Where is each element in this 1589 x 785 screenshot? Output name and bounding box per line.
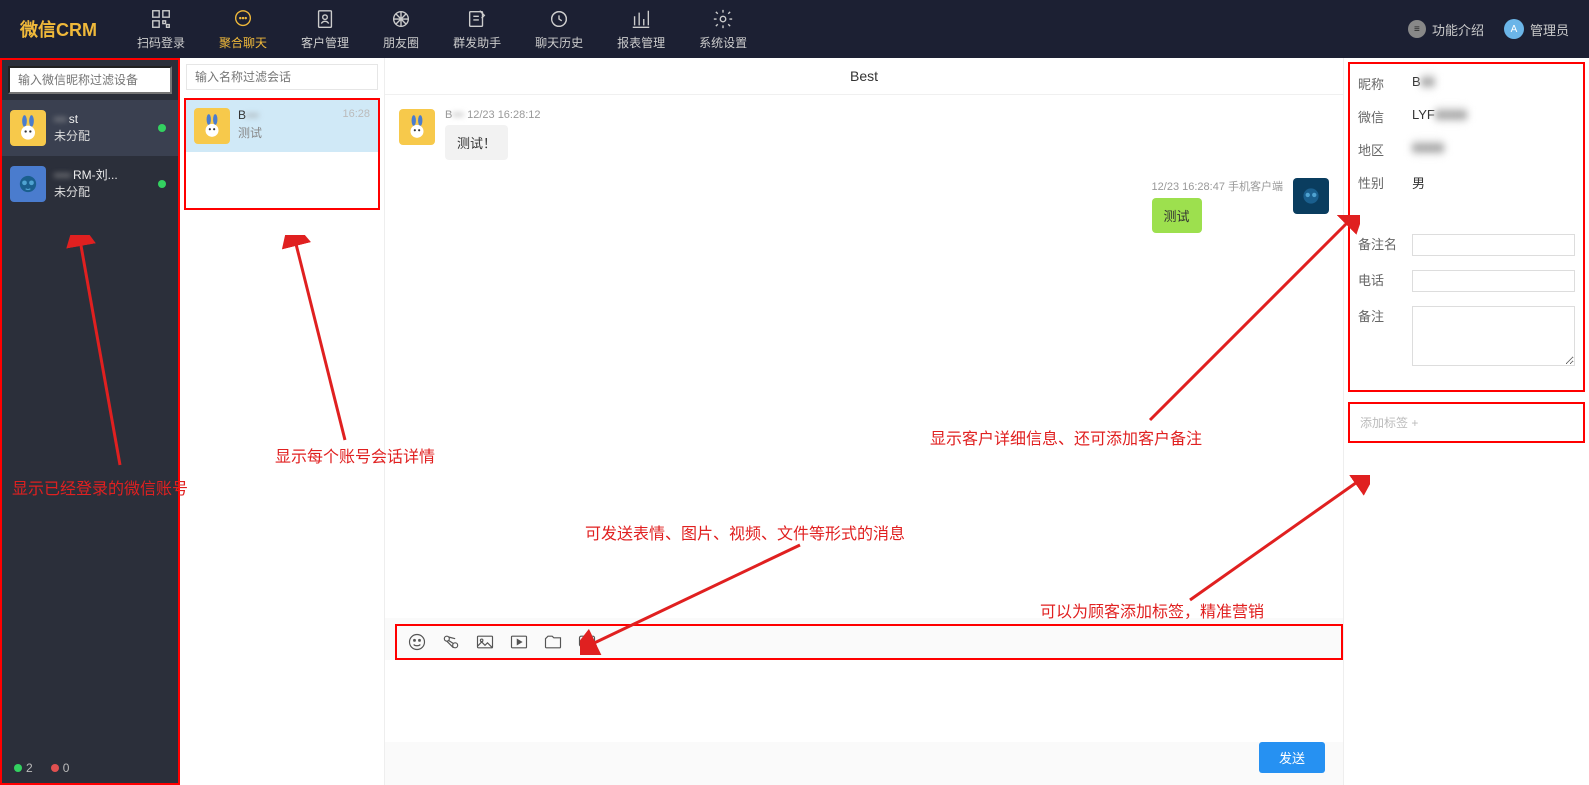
detail-remark-input[interactable]	[1412, 306, 1575, 366]
history-icon	[548, 8, 570, 30]
message-meta: B▪▪▪ 12/23 16:28:12	[445, 109, 541, 121]
nav-settings[interactable]: 系统设置	[699, 8, 747, 51]
message-bubble: 测试	[1152, 198, 1202, 233]
nav-history[interactable]: 聊天历史	[535, 8, 583, 51]
admin-label: 管理员	[1530, 20, 1569, 39]
message-avatar-icon	[1293, 178, 1329, 214]
detail-nick-value: B▪▪▪	[1412, 74, 1575, 89]
detail-phone-input[interactable]	[1412, 270, 1575, 292]
settings-icon	[712, 8, 734, 30]
detail-gender-label: 性别	[1358, 173, 1412, 192]
screenshot-icon[interactable]	[441, 632, 461, 652]
detail-phone-label: 电话	[1358, 270, 1412, 289]
online-dot-icon	[158, 180, 166, 188]
message-meta: 12/23 16:28:47 手机客户端	[1152, 178, 1283, 194]
tag-area[interactable]: 添加标签 +	[1348, 402, 1585, 443]
message-row: B▪▪▪ 12/23 16:28:12 测试！	[399, 109, 1329, 160]
brand: 微信CRM	[20, 16, 97, 42]
conversation-list: B▪▪▪ 测试 16:28	[180, 58, 385, 785]
nav-label: 客户管理	[301, 34, 349, 51]
conversation-search-input[interactable]	[186, 64, 378, 90]
broadcast-icon	[466, 8, 488, 30]
nav-moments[interactable]: 朋友圈	[383, 8, 419, 51]
top-bar: 微信CRM 扫码登录 聚合聊天 客户管理 朋友圈 群发助手 聊天历史 报表管理	[0, 0, 1589, 58]
message-row: 12/23 16:28:47 手机客户端 测试	[399, 178, 1329, 233]
chat-area: Best B▪▪▪ 12/23 16:28:12 测试！ 12/23 16:28…	[385, 58, 1344, 785]
detail-region-label: 地区	[1358, 140, 1412, 159]
detail-nick-label: 昵称	[1358, 74, 1412, 93]
chat-title: Best	[385, 58, 1343, 95]
conversation-item[interactable]: B▪▪▪ 测试 16:28	[186, 100, 378, 152]
conversation-preview: 测试	[238, 124, 334, 141]
online-count: 2	[14, 761, 33, 775]
nav-label: 聚合聊天	[219, 34, 267, 51]
video-icon[interactable]	[509, 632, 529, 652]
chat-icon	[232, 8, 254, 30]
nav-chat[interactable]: 聚合聊天	[219, 8, 267, 51]
nav-label: 聊天历史	[535, 34, 583, 51]
accounts-search-input[interactable]	[8, 66, 172, 94]
quick-reply-icon[interactable]	[577, 632, 597, 652]
account-status-label: 未分配	[54, 184, 170, 201]
admin-avatar-icon: A	[1504, 19, 1524, 39]
detail-wx-value: LYF▪▪▪▪▪▪▪	[1412, 107, 1575, 122]
message-bubble: 测试！	[445, 125, 508, 160]
account-status-label: 未分配	[54, 128, 170, 145]
accounts-footer: 2 0	[2, 753, 178, 783]
nav-label: 系统设置	[699, 34, 747, 51]
detail-panel: 昵称B▪▪▪ 微信LYF▪▪▪▪▪▪▪ 地区▪▪▪▪▪▪▪ 性别男 备注名 电话…	[1344, 58, 1589, 785]
top-right: ≡ 功能介绍 A 管理员	[1408, 19, 1569, 39]
detail-region-value: ▪▪▪▪▪▪▪	[1412, 140, 1575, 155]
moments-icon	[390, 8, 412, 30]
nav-scan[interactable]: 扫码登录	[137, 8, 185, 51]
online-dot-icon	[158, 124, 166, 132]
nav-label: 扫码登录	[137, 34, 185, 51]
account-item[interactable]: ▪▪▪st 未分配	[2, 100, 178, 156]
features-link[interactable]: ≡ 功能介绍	[1408, 20, 1484, 39]
nav-label: 朋友圈	[383, 34, 419, 51]
qr-icon	[150, 8, 172, 30]
conversation-avatar-icon	[194, 108, 230, 144]
tag-placeholder: 添加标签 +	[1360, 416, 1418, 430]
nav-label: 群发助手	[453, 34, 501, 51]
nav-customers[interactable]: 客户管理	[301, 8, 349, 51]
nav-label: 报表管理	[617, 34, 665, 51]
detail-remarkname-label: 备注名	[1358, 234, 1412, 253]
admin-menu[interactable]: A 管理员	[1504, 19, 1569, 39]
message-avatar-icon	[399, 109, 435, 145]
nav-reports[interactable]: 报表管理	[617, 8, 665, 51]
features-label: 功能介绍	[1432, 20, 1484, 39]
account-avatar-icon	[10, 110, 46, 146]
detail-gender-value: 男	[1412, 173, 1575, 192]
info-icon: ≡	[1408, 20, 1426, 38]
send-button[interactable]: 发送	[1259, 742, 1325, 773]
file-icon[interactable]	[543, 632, 563, 652]
conversation-time: 16:28	[342, 108, 370, 144]
account-item[interactable]: ▪▪▪▪RM-刘... 未分配	[2, 156, 178, 212]
detail-remark-label: 备注	[1358, 306, 1412, 325]
report-icon	[630, 8, 652, 30]
nav-broadcast[interactable]: 群发助手	[453, 8, 501, 51]
detail-remarkname-input[interactable]	[1412, 234, 1575, 256]
contacts-icon	[314, 8, 336, 30]
offline-count: 0	[51, 761, 70, 775]
account-avatar-icon	[10, 166, 46, 202]
chat-messages: B▪▪▪ 12/23 16:28:12 测试！ 12/23 16:28:47 手…	[385, 95, 1343, 618]
chat-toolbar	[395, 624, 1343, 660]
emoji-icon[interactable]	[407, 632, 427, 652]
chat-input[interactable]	[385, 660, 1343, 742]
nav: 扫码登录 聚合聊天 客户管理 朋友圈 群发助手 聊天历史 报表管理 系统设置	[137, 8, 1408, 51]
detail-wx-label: 微信	[1358, 107, 1412, 126]
image-icon[interactable]	[475, 632, 495, 652]
accounts-sidebar: ▪▪▪st 未分配 ▪▪▪▪RM-刘... 未分配 2 0	[0, 58, 180, 785]
